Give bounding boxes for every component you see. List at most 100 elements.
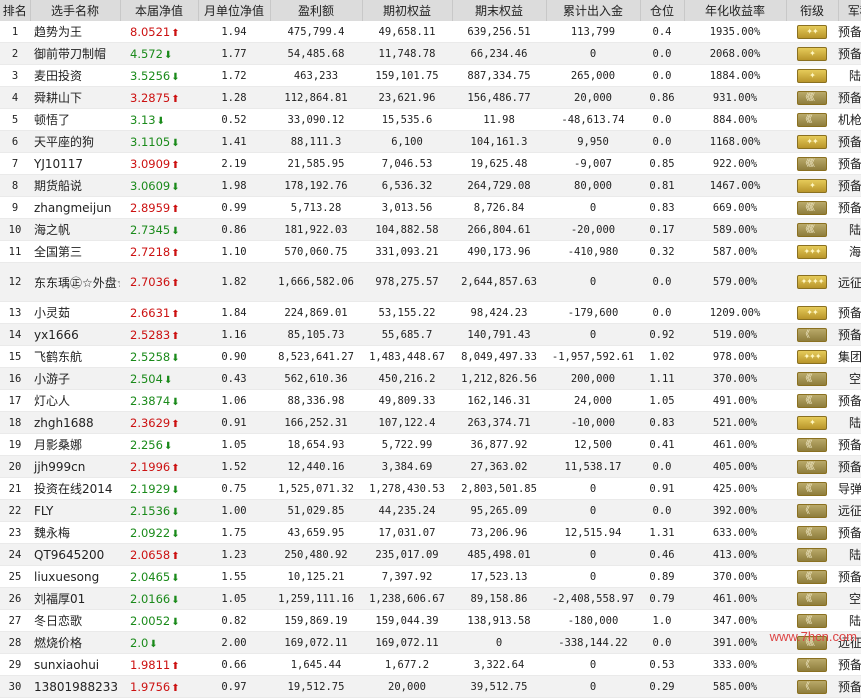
player-name-cell[interactable]: 魏永梅: [30, 522, 120, 544]
table-row[interactable]: 19月影桑娜2.256⬇1.0518,654.935,722.9936,877.…: [0, 434, 861, 456]
player-name-cell[interactable]: 东东瑀㊣☆外盘☆: [30, 263, 120, 302]
player-name-cell[interactable]: zhgh1688: [30, 412, 120, 434]
player-name-cell[interactable]: sunxiaohui: [30, 654, 120, 676]
start-equity-cell: 20,000: [362, 676, 452, 698]
header-branch[interactable]: 军种: [838, 0, 861, 21]
table-row[interactable]: 29sunxiaohui1.9811⬆0.661,645.441,677.23,…: [0, 654, 861, 676]
branch-cell: 预备役: [838, 566, 861, 588]
unit-nav-cell: 1.05: [198, 434, 270, 456]
start-equity-cell: 3,013.56: [362, 197, 452, 219]
insignia-marks: 《: [798, 681, 826, 693]
player-name-cell[interactable]: 小灵茹: [30, 302, 120, 324]
player-name-cell[interactable]: 期货船说: [30, 175, 120, 197]
table-row[interactable]: 13小灵茹2.6631⬆1.84224,869.0153,155.2298,42…: [0, 302, 861, 324]
header-rank-badge[interactable]: 衔级: [786, 0, 838, 21]
table-row[interactable]: 18zhgh16882.3629⬆0.91166,252.31107,122.4…: [0, 412, 861, 434]
table-row[interactable]: 15飞鹤东航2.5258⬇0.908,523,641.271,483,448.6…: [0, 346, 861, 368]
header-player-name[interactable]: 选手名称: [30, 0, 120, 21]
up-arrow-icon: ⬆: [171, 160, 179, 171]
watermark: www.7hcn.com: [770, 629, 857, 644]
player-name-cell[interactable]: 天平座的狗: [30, 131, 120, 153]
header-rank[interactable]: 排名: [0, 0, 30, 21]
start-equity-cell: 6,536.32: [362, 175, 452, 197]
table-row[interactable]: 28燃烧价格2.0⬇2.00169,072.11169,072.110-338,…: [0, 632, 861, 654]
table-row[interactable]: 16小游子2.504⬇0.43562,610.36450,216.21,212,…: [0, 368, 861, 390]
position-cell: 1.02: [640, 346, 684, 368]
player-name-cell[interactable]: 灯心人: [30, 390, 120, 412]
player-name-cell[interactable]: 全国第三: [30, 241, 120, 263]
table-row[interactable]: 9zhangmeijun2.8959⬆0.995,713.283,013.568…: [0, 197, 861, 219]
player-name-cell[interactable]: 13801988233: [30, 676, 120, 698]
player-name-cell[interactable]: 冬日恋歌: [30, 610, 120, 632]
table-row[interactable]: 21投资在线20142.1929⬇0.751,525,071.321,278,4…: [0, 478, 861, 500]
nav-cell: 4.572⬇: [120, 43, 198, 65]
down-arrow-icon: ⬇: [149, 639, 157, 650]
position-cell: 0.17: [640, 219, 684, 241]
table-row[interactable]: 11全国第三2.7218⬆1.10570,060.75331,093.21490…: [0, 241, 861, 263]
table-row[interactable]: 7YJ101173.0909⬆2.1921,585.957,046.5319,6…: [0, 153, 861, 175]
player-name-cell[interactable]: 御前带刀制帽: [30, 43, 120, 65]
player-name-cell[interactable]: liuxuesong: [30, 566, 120, 588]
player-name-cell[interactable]: 刘福厚01: [30, 588, 120, 610]
table-row[interactable]: 25liuxuesong2.0465⬇1.5510,125.217,397.92…: [0, 566, 861, 588]
table-row[interactable]: 3麦田投资3.5256⬇1.72463,233159,101.75887,334…: [0, 65, 861, 87]
table-row[interactable]: 1趋势为王8.0521⬆1.94475,799.449,658.11639,25…: [0, 21, 861, 43]
player-name-cell[interactable]: 趋势为王: [30, 21, 120, 43]
player-name-cell[interactable]: zhangmeijun: [30, 197, 120, 219]
header-unit-nav[interactable]: 月单位净值: [198, 0, 270, 21]
table-row[interactable]: 23魏永梅2.0922⬇1.7543,659.9517,031.0773,206…: [0, 522, 861, 544]
player-name-cell[interactable]: QT9645200: [30, 544, 120, 566]
table-row[interactable]: 14yx16662.5283⬆1.1685,105.7355,685.7140,…: [0, 324, 861, 346]
player-name-cell[interactable]: 飞鹤东航: [30, 346, 120, 368]
player-name-cell[interactable]: yx1666: [30, 324, 120, 346]
header-start-equity[interactable]: 期初权益: [362, 0, 452, 21]
rank-badge-cell: 《《: [786, 109, 838, 131]
table-row[interactable]: 4舜耕山下3.2875⬆1.28112,864.8123,621.96156,4…: [0, 87, 861, 109]
table-row[interactable]: 17灯心人2.3874⬇1.0688,336.9849,809.33162,14…: [0, 390, 861, 412]
player-name-cell[interactable]: 海之帆: [30, 219, 120, 241]
header-end-equity[interactable]: 期末权益: [452, 0, 546, 21]
table-row[interactable]: 24QT96452002.0658⬆1.23250,480.92235,017.…: [0, 544, 861, 566]
table-row[interactable]: 20jjh999cn2.1996⬆1.5212,440.163,384.6927…: [0, 456, 861, 478]
nav-value: 2.1929: [130, 482, 170, 496]
rank-badge-cell: ✦✦: [786, 302, 838, 324]
table-row[interactable]: 27冬日恋歌2.0052⬇0.82159,869.19159,044.39138…: [0, 610, 861, 632]
rank-cell: 30: [0, 676, 30, 698]
player-name-cell[interactable]: 舜耕山下: [30, 87, 120, 109]
table-row[interactable]: 12东东瑀㊣☆外盘☆2.7036⬆1.821,666,582.06978,275…: [0, 263, 861, 302]
rank-insignia-icon: ✦: [797, 47, 827, 61]
table-row[interactable]: 5顿悟了3.13⬇0.5233,090.1215,535.611.98-48,6…: [0, 109, 861, 131]
table-row[interactable]: 30138019882331.9756⬆0.9719,512.7520,0003…: [0, 676, 861, 698]
position-cell: 0.0: [640, 131, 684, 153]
branch-cell: 集团军: [838, 346, 861, 368]
header-annual-return[interactable]: 年化收益率: [684, 0, 786, 21]
nav-cell: 3.5256⬇: [120, 65, 198, 87]
net-flow-cell: 113,799: [546, 21, 640, 43]
table-row[interactable]: 6天平座的狗3.1105⬇1.4188,111.36,100104,161.39…: [0, 131, 861, 153]
player-name-cell[interactable]: 投资在线2014: [30, 478, 120, 500]
table-row[interactable]: 10海之帆2.7345⬇0.86181,922.03104,882.58266,…: [0, 219, 861, 241]
header-profit[interactable]: 盈利额: [270, 0, 362, 21]
player-name-cell[interactable]: 燃烧价格: [30, 632, 120, 654]
player-name-cell[interactable]: 顿悟了: [30, 109, 120, 131]
header-position[interactable]: 仓位: [640, 0, 684, 21]
table-row[interactable]: 26刘福厚012.0166⬇1.051,259,111.161,238,606.…: [0, 588, 861, 610]
unit-nav-cell: 1.72: [198, 65, 270, 87]
header-net-flow[interactable]: 累计出入金: [546, 0, 640, 21]
branch-cell: 预备役: [838, 390, 861, 412]
player-name-cell[interactable]: jjh999cn: [30, 456, 120, 478]
player-name-cell[interactable]: 小游子: [30, 368, 120, 390]
table-row[interactable]: 22FLY2.1536⬇1.0051,029.8544,235.2495,265…: [0, 500, 861, 522]
player-name-cell[interactable]: YJ10117: [30, 153, 120, 175]
header-nav[interactable]: 本届净值: [120, 0, 198, 21]
position-cell: 0.0: [640, 43, 684, 65]
player-name-cell[interactable]: 麦田投资: [30, 65, 120, 87]
nav-cell: 2.3629⬆: [120, 412, 198, 434]
player-name-cell[interactable]: 月影桑娜: [30, 434, 120, 456]
branch-cell: 陆军: [838, 65, 861, 87]
table-row[interactable]: 8期货船说3.0609⬇1.98178,192.766,536.32264,72…: [0, 175, 861, 197]
player-name-cell[interactable]: FLY: [30, 500, 120, 522]
table-row[interactable]: 2御前带刀制帽4.572⬇1.7754,485.6811,748.7866,23…: [0, 43, 861, 65]
down-arrow-icon: ⬇: [164, 50, 172, 61]
nav-cell: 3.0909⬆: [120, 153, 198, 175]
